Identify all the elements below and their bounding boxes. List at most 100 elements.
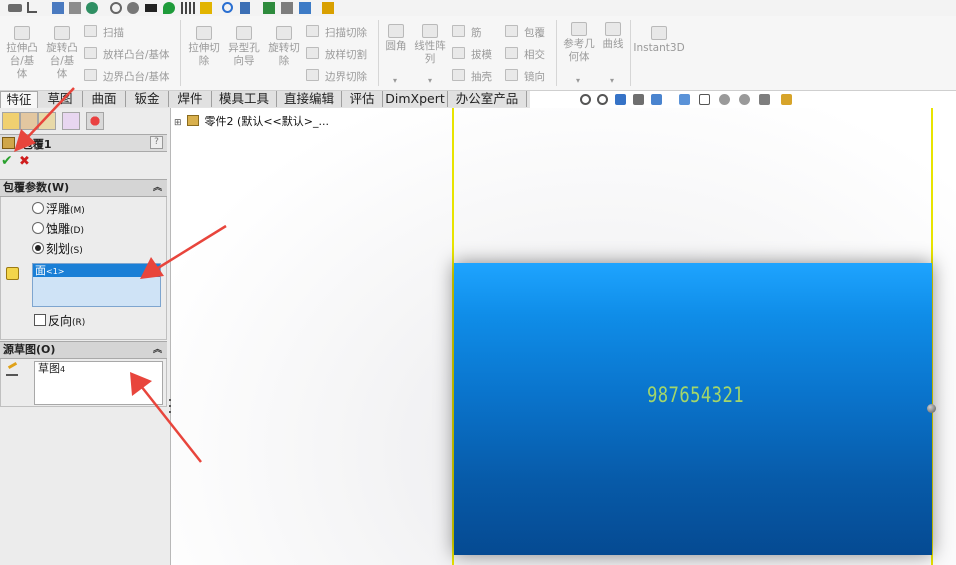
revolve-boss-button[interactable]: 旋转凸 台/基 体 — [42, 26, 82, 81]
settings-icon[interactable] — [127, 2, 139, 14]
key-icon[interactable] — [8, 4, 22, 12]
rib-button[interactable]: 筋 — [452, 25, 482, 40]
document-icon[interactable] — [322, 2, 334, 14]
part-face[interactable] — [454, 263, 932, 555]
command-manager-tabs: 特征 草图 曲面 钣金 焊件 模具工具 直接编辑 评估 DimXpert 办公室… — [0, 91, 530, 108]
print-icon[interactable] — [281, 2, 293, 14]
search-icon[interactable] — [222, 2, 233, 13]
ref-geometry-dropdown-icon[interactable]: ▾ — [576, 76, 580, 85]
hide-show-icon[interactable] — [699, 94, 710, 105]
source-sketch-header[interactable]: 源草图(O) ︽ — [0, 341, 167, 359]
source-sketch-box[interactable]: 草图4 — [34, 361, 163, 405]
display-pane-icon[interactable] — [781, 94, 792, 105]
draft-button[interactable]: 拔模 — [452, 47, 492, 62]
emboss-radio[interactable] — [32, 202, 44, 214]
export-icon[interactable] — [263, 2, 275, 14]
fillet-icon — [388, 24, 404, 38]
ok-icon[interactable]: ✔ — [1, 153, 13, 169]
gear-icon[interactable] — [110, 2, 122, 14]
hole-wizard-button[interactable]: 异型孔 向导 — [224, 26, 264, 68]
barcode-icon[interactable] — [181, 2, 195, 14]
wrap-parameters-header[interactable]: 包覆参数(W) ︽ — [0, 179, 167, 197]
view-settings-icon[interactable] — [759, 94, 770, 105]
curves-button[interactable]: 曲线 — [598, 22, 628, 51]
instant3d-icon — [651, 26, 667, 40]
pattern-dropdown-icon[interactable]: ▾ — [428, 76, 432, 85]
linear-pattern-icon — [422, 24, 438, 38]
swept-cut-button[interactable]: 扫描切除 — [306, 25, 367, 40]
command-manager-ribbon: 拉伸凸 台/基 体 旋转凸 台/基 体 扫描 放样凸台/基体 边界凸台/基体 拉… — [0, 16, 956, 91]
mirror-button[interactable]: 镜向 — [505, 69, 545, 84]
tab-sheet-metal[interactable]: 钣金 — [126, 91, 169, 107]
scribe-radio[interactable] — [32, 242, 44, 254]
tab-mold-tools[interactable]: 模具工具 — [212, 91, 277, 107]
help-icon[interactable]: ? — [150, 136, 163, 149]
panel-splitter-handle[interactable] — [167, 395, 173, 423]
tab-direct-editing[interactable]: 直接编辑 — [277, 91, 342, 107]
configuration-manager-tab-icon[interactable] — [38, 112, 56, 130]
sweep-button[interactable]: 扫描 — [84, 25, 124, 40]
plus-shape-icon[interactable] — [200, 2, 212, 14]
image-icon[interactable] — [299, 2, 311, 14]
view-orientation-icon[interactable] — [651, 94, 662, 105]
fillet-button[interactable]: 圆角 — [381, 24, 411, 53]
reference-geometry-button[interactable]: 参考几 何体 — [560, 22, 598, 64]
flyout-tree-part[interactable]: ⊞ 零件2 (默认<<默认>_... — [174, 113, 374, 128]
zoom-to-area-icon[interactable] — [597, 94, 608, 105]
boundary-cut-button[interactable]: 边界切除 — [306, 69, 367, 84]
tab-office-products[interactable]: 办公室产品 — [448, 91, 527, 107]
revolve-cut-button[interactable]: 旋转切 除 — [264, 26, 304, 68]
expand-icon[interactable]: ⊞ — [174, 118, 182, 128]
location-icon[interactable] — [163, 2, 175, 14]
curves-dropdown-icon[interactable]: ▾ — [610, 76, 614, 85]
display-style-icon[interactable] — [679, 94, 690, 105]
display-manager-tab-icon[interactable] — [86, 112, 104, 130]
bucket-icon[interactable] — [145, 4, 157, 12]
collapse-chevron-icon[interactable]: ︽ — [153, 342, 162, 358]
section-view-icon[interactable] — [633, 94, 644, 105]
sketch-l-icon[interactable] — [27, 2, 37, 13]
shell-button[interactable]: 抽壳 — [452, 69, 492, 84]
dimxpert-manager-tab-icon[interactable] — [62, 112, 80, 130]
scene-icon[interactable] — [739, 94, 750, 105]
intersect-button[interactable]: 相交 — [505, 47, 545, 62]
extrude-boss-button[interactable]: 拉伸凸 台/基 体 — [2, 26, 42, 81]
globe-icon[interactable] — [86, 2, 98, 14]
tab-dimxpert[interactable]: DimXpert — [383, 91, 448, 107]
loft-boss-button[interactable]: 放样凸台/基体 — [84, 47, 170, 62]
extrude-cut-button[interactable]: 拉伸切 除 — [184, 26, 224, 68]
display-icon[interactable] — [52, 2, 64, 14]
tab-weldments[interactable]: 焊件 — [169, 91, 212, 107]
boundary-boss-icon — [84, 69, 97, 81]
feature-manager-tab-icon[interactable] — [2, 112, 20, 130]
tab-sketch[interactable]: 草图 — [38, 91, 83, 107]
face-selection-box[interactable]: 面<1> — [32, 263, 161, 307]
resize-handle[interactable] — [927, 404, 936, 413]
wrap-button[interactable]: 包覆 — [505, 25, 545, 40]
deboss-radio[interactable] — [32, 222, 44, 234]
scribe-label: 刻划(S) — [46, 242, 83, 256]
previous-view-icon[interactable] — [615, 94, 626, 105]
source-sketch-title: 源草图(O) — [3, 343, 56, 356]
revolve-cut-icon — [276, 26, 292, 40]
swept-cut-icon — [306, 25, 319, 37]
boundary-boss-button[interactable]: 边界凸台/基体 — [84, 69, 170, 84]
fillet-dropdown-icon[interactable]: ▾ — [393, 76, 397, 85]
property-manager-tab-icon[interactable] — [20, 112, 38, 130]
sketch-item[interactable]: 草图4 — [35, 362, 162, 377]
appearance-icon[interactable] — [719, 94, 730, 105]
reverse-checkbox[interactable] — [34, 314, 46, 326]
selected-face-item[interactable]: 面<1> — [33, 264, 160, 277]
zoom-to-fit-icon[interactable] — [580, 94, 591, 105]
binoculars-icon[interactable] — [240, 2, 250, 14]
linear-pattern-button[interactable]: 线性阵 列 — [412, 24, 448, 66]
tab-surfaces[interactable]: 曲面 — [83, 91, 126, 107]
tab-features[interactable]: 特征 — [0, 91, 38, 108]
network-icon[interactable] — [69, 2, 81, 14]
reverse-label: 反向(R) — [48, 314, 86, 328]
lofted-cut-button[interactable]: 放样切割 — [306, 47, 367, 62]
tab-evaluate[interactable]: 评估 — [342, 91, 383, 107]
collapse-chevron-icon[interactable]: ︽ — [153, 180, 162, 196]
instant3d-button[interactable]: Instant3D — [632, 26, 686, 55]
cancel-icon[interactable]: ✖ — [19, 154, 30, 169]
